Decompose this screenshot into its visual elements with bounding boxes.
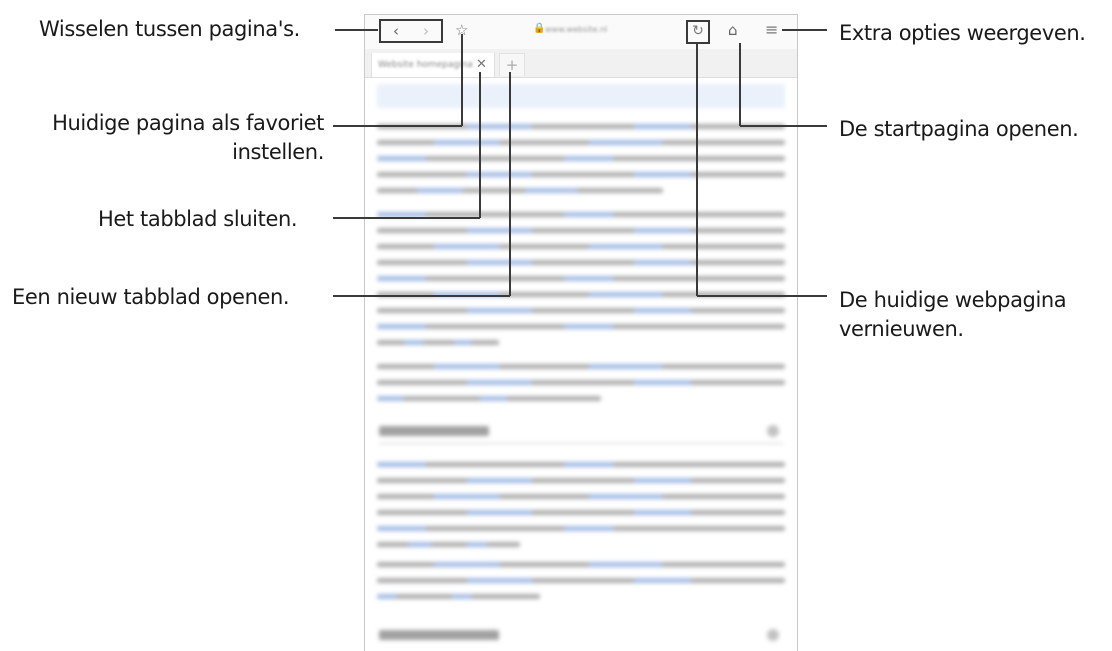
callout-refresh-line1: De huidige webpagina bbox=[839, 288, 1067, 312]
page-content-blurred bbox=[365, 78, 797, 651]
back-arrow-icon[interactable]: ‹ bbox=[382, 22, 410, 40]
browser-screen: ‹ › ☆ 🔒 www.website.nl ↻ ⌂ ≡ Website hom… bbox=[364, 14, 798, 651]
tab-title: Website homepagina bbox=[378, 60, 473, 70]
star-icon[interactable]: ☆ bbox=[455, 21, 468, 39]
plus-icon[interactable]: + bbox=[499, 53, 525, 76]
callout-bookmark-line2: instellen. bbox=[232, 140, 324, 164]
callout-bookmark: Huidige pagina als favoriet instellen. bbox=[42, 109, 324, 167]
menu-icon[interactable]: ≡ bbox=[765, 20, 778, 39]
paragraph bbox=[377, 124, 785, 204]
refresh-icon[interactable]: ↻ bbox=[686, 20, 710, 44]
tab-current[interactable]: Website homepagina ✕ bbox=[371, 53, 495, 77]
callout-more-options: Extra opties weergeven. bbox=[839, 21, 1086, 45]
callout-close-tab: Het tabblad sluiten. bbox=[98, 207, 298, 231]
address-bar[interactable]: 🔒 www.website.nl bbox=[533, 23, 633, 37]
paragraph bbox=[377, 562, 785, 610]
callout-switch-pages: Wisselen tussen pagina's. bbox=[39, 17, 300, 41]
close-icon[interactable]: ✕ bbox=[476, 57, 487, 72]
paragraph bbox=[377, 462, 785, 558]
browser-toolbar: ‹ › ☆ 🔒 www.website.nl ↻ ⌂ ≡ bbox=[365, 15, 797, 49]
section-heading bbox=[379, 628, 783, 644]
page-navigation-group: ‹ › bbox=[379, 19, 443, 43]
paragraph bbox=[377, 212, 785, 356]
callout-new-tab: Een nieuw tabblad openen. bbox=[12, 285, 290, 309]
section-heading bbox=[379, 424, 783, 444]
home-icon[interactable]: ⌂ bbox=[728, 21, 738, 39]
url-text: www.website.nl bbox=[545, 25, 608, 34]
paragraph bbox=[377, 364, 785, 412]
info-banner bbox=[377, 84, 785, 108]
callout-home: De startpagina openen. bbox=[839, 117, 1079, 141]
forward-arrow-icon[interactable]: › bbox=[412, 22, 440, 40]
callout-bookmark-line1: Huidige pagina als favoriet bbox=[52, 111, 324, 135]
lock-icon: 🔒 bbox=[533, 23, 546, 34]
callout-refresh-line2: vernieuwen. bbox=[839, 317, 964, 341]
tab-strip: Website homepagina ✕ + bbox=[365, 49, 797, 78]
callout-refresh: De huidige webpagina vernieuwen. bbox=[839, 286, 1067, 344]
